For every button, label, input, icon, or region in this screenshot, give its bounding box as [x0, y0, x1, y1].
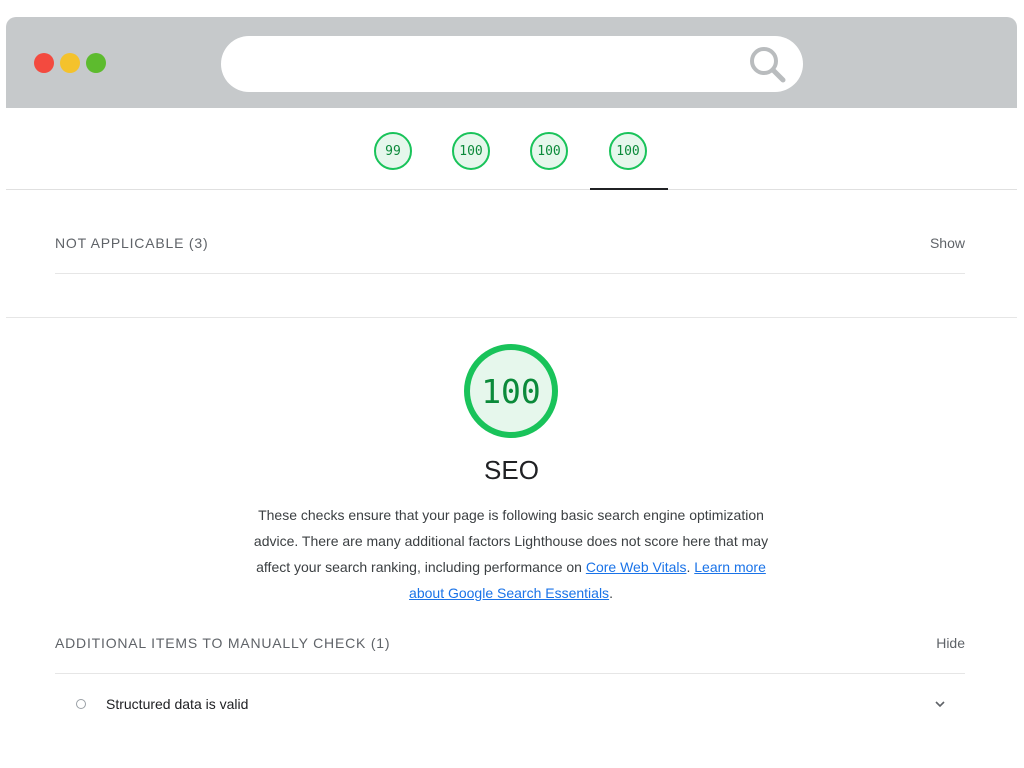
category-title: SEO	[484, 455, 539, 485]
audit-row-structured-data[interactable]: Structured data is valid	[55, 689, 965, 719]
performance-score-gauge[interactable]: 99	[374, 132, 412, 170]
zoom-window-button[interactable]	[86, 53, 106, 73]
section-divider	[6, 317, 1017, 318]
minimize-window-button[interactable]	[60, 53, 80, 73]
core-web-vitals-link[interactable]: Core Web Vitals	[586, 559, 687, 575]
category-description: These checks ensure that your page is fo…	[239, 502, 783, 606]
hide-toggle-button[interactable]: Hide	[936, 635, 965, 651]
browser-titlebar	[6, 17, 1017, 108]
description-end: .	[609, 585, 613, 601]
divider	[55, 273, 965, 274]
manual-audit-indicator-icon	[76, 699, 86, 709]
active-tab-indicator	[590, 188, 668, 190]
close-window-button[interactable]	[34, 53, 54, 73]
divider	[55, 673, 965, 674]
browser-window: 99 100 100 100 NOT APPLICABLE (3) Show 1…	[6, 17, 1017, 768]
audit-title: Structured data is valid	[106, 696, 249, 712]
category-gauge-tabs: 99 100 100 100	[6, 108, 1017, 190]
address-bar[interactable]	[221, 36, 803, 92]
chevron-down-icon[interactable]	[933, 697, 947, 711]
section-title: NOT APPLICABLE (3)	[55, 235, 209, 251]
search-icon[interactable]	[748, 45, 788, 85]
best-practices-score-gauge[interactable]: 100	[530, 132, 568, 170]
manual-check-section-header[interactable]: ADDITIONAL ITEMS TO MANUALLY CHECK (1) H…	[55, 635, 965, 651]
accessibility-score-gauge[interactable]: 100	[452, 132, 490, 170]
section-title: ADDITIONAL ITEMS TO MANUALLY CHECK (1)	[55, 635, 391, 651]
not-applicable-section-header[interactable]: NOT APPLICABLE (3) Show	[55, 235, 965, 251]
seo-main-gauge: 100	[464, 344, 558, 438]
show-toggle-button[interactable]: Show	[930, 235, 965, 251]
seo-score-gauge[interactable]: 100	[609, 132, 647, 170]
